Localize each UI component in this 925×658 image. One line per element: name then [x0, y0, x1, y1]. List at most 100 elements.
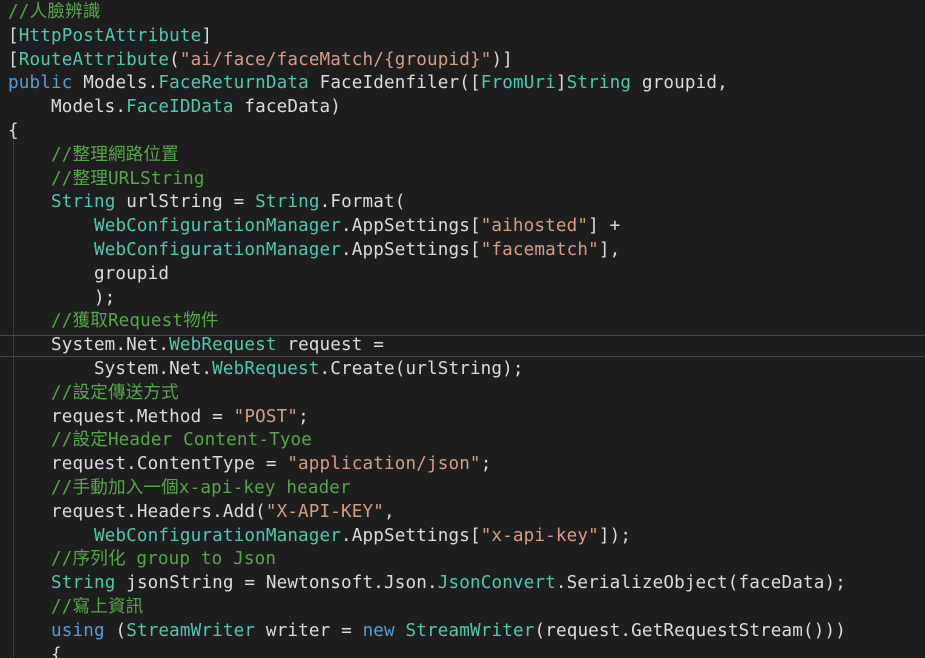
code-line[interactable]: WebConfigurationManager.AppSettings["aih… [8, 214, 620, 238]
code-line[interactable]: //設定傳送方式 [8, 381, 179, 405]
code-token: //獲取Request物件 [8, 311, 219, 332]
code-line[interactable]: //整理URLString [8, 167, 205, 191]
code-token: public [8, 73, 73, 94]
code-token: ] [555, 73, 567, 94]
code-line[interactable]: //整理網路位置 [8, 143, 179, 167]
code-token: ; [480, 454, 492, 475]
code-token: ] + [588, 216, 621, 237]
code-line[interactable]: request.Method = "POST"; [8, 405, 309, 429]
code-token: String [255, 192, 320, 213]
code-token: [ [8, 25, 19, 46]
code-token: FromUri [480, 73, 556, 94]
code-token: //整理網路位置 [8, 144, 179, 165]
code-token: new [362, 620, 395, 641]
code-line[interactable]: System.Net.WebRequest request = [8, 333, 384, 357]
code-token: (request.GetRequestStream())) [534, 620, 846, 641]
code-token: ]); [598, 525, 632, 546]
code-token: , [384, 501, 395, 522]
code-token: WebConfigurationManager [93, 240, 342, 260]
code-line[interactable]: //寫上資訊 [8, 595, 143, 619]
code-line[interactable]: System.Net.WebRequest.Create(urlString); [8, 357, 524, 381]
code-token: FaceReturnData [158, 73, 309, 94]
code-line[interactable]: ); [8, 286, 115, 310]
code-token: WebRequest [169, 335, 277, 356]
code-token: StreamWriter [405, 620, 535, 641]
code-token: { [8, 121, 19, 141]
code-line[interactable]: WebConfigurationManager.AppSettings["x-a… [8, 524, 631, 548]
code-token: String [50, 573, 116, 594]
code-token: .AppSettings[ [341, 525, 481, 546]
code-line[interactable]: WebConfigurationManager.AppSettings["fac… [8, 238, 620, 262]
code-token: groupid, [631, 73, 728, 94]
code-token: System.Net. [8, 335, 170, 356]
code-line[interactable]: request.Headers.Add("X-API-KEY", [8, 500, 395, 524]
code-line[interactable]: [HttpPostAttribute] [8, 24, 212, 48]
code-token: "x-api-key" [480, 525, 599, 546]
code-line[interactable]: { [8, 643, 62, 658]
code-token: //序列化 group to Json [8, 549, 277, 570]
code-token: StreamWriter [126, 620, 256, 641]
code-token: "POST" [233, 406, 299, 427]
code-token: faceData) [233, 97, 342, 118]
code-line[interactable]: //人臉辨識 [8, 0, 100, 24]
code-token: .Create(urlString); [319, 359, 524, 379]
code-line[interactable]: Models.FaceIDData faceData) [8, 95, 341, 119]
code-token: [ [8, 49, 19, 70]
code-line[interactable]: //手動加入一個x-api-key header [8, 476, 351, 500]
code-token: FaceIdenfiler([ [308, 73, 481, 94]
code-token: //整理URLString [8, 168, 205, 189]
code-line[interactable]: using (StreamWriter writer = new StreamW… [8, 619, 846, 643]
code-token: System.Net. [8, 359, 213, 379]
code-token: .AppSettings[ [341, 240, 481, 260]
code-line[interactable]: String jsonString = Newtonsoft.Json.Json… [8, 571, 846, 595]
code-token: HttpPostAttribute [18, 25, 202, 46]
code-line[interactable]: public Models.FaceReturnData FaceIdenfil… [8, 71, 728, 95]
code-line[interactable]: String urlString = String.Format( [8, 190, 406, 214]
code-token: //人臉辨識 [8, 2, 101, 22]
code-token: request.Method = [8, 406, 234, 427]
code-token: request.Headers.Add( [8, 501, 266, 522]
code-token: { [8, 644, 62, 658]
code-token: )] [491, 49, 513, 70]
code-token: .AppSettings[ [341, 216, 481, 237]
code-token: JsonConvert [437, 573, 556, 594]
code-token: ], [598, 240, 621, 260]
code-token: ] [201, 25, 213, 46]
code-token: "aihosted" [480, 216, 589, 237]
code-token: //設定Header Content-Tyoe [8, 430, 313, 451]
code-token: WebConfigurationManager [93, 525, 342, 546]
code-token: ( [169, 49, 180, 70]
code-token: groupid [8, 263, 170, 284]
code-token: ); [8, 287, 116, 308]
code-token: FaceIDData [126, 97, 234, 118]
code-token: urlString = [115, 192, 256, 213]
code-token: //寫上資訊 [8, 597, 144, 617]
code-token: WebConfigurationManager [93, 216, 342, 237]
code-token: "application/json" [287, 454, 481, 475]
code-line[interactable]: request.ContentType = "application/json"… [8, 452, 491, 476]
code-editor[interactable]: //人臉辨識 [HttpPostAttribute] [RouteAttribute… [0, 0, 925, 658]
code-token: String [50, 192, 116, 213]
code-token: WebRequest [212, 359, 320, 379]
code-token: jsonString = Newtonsoft.Json. [115, 573, 438, 594]
code-token: "ai/face/faceMatch/{groupid}" [179, 49, 492, 70]
code-line[interactable]: //序列化 group to Json [8, 547, 276, 571]
code-token: Models. [72, 73, 159, 94]
code-line[interactable]: //設定Header Content-Tyoe [8, 428, 312, 452]
code-token: request = [276, 335, 385, 356]
code-token: ( [104, 620, 127, 641]
code-line[interactable]: { [8, 119, 19, 143]
code-line[interactable]: groupid [8, 262, 169, 286]
code-line[interactable]: //獲取Request物件 [8, 309, 219, 333]
code-line[interactable]: [RouteAttribute("ai/face/faceMatch/{grou… [8, 48, 513, 72]
code-token: .SerializeObject(faceData); [555, 573, 846, 594]
code-token: //設定傳送方式 [8, 382, 179, 403]
code-token: writer = [255, 620, 363, 641]
code-token: String [566, 73, 632, 94]
code-token: using [50, 620, 105, 641]
